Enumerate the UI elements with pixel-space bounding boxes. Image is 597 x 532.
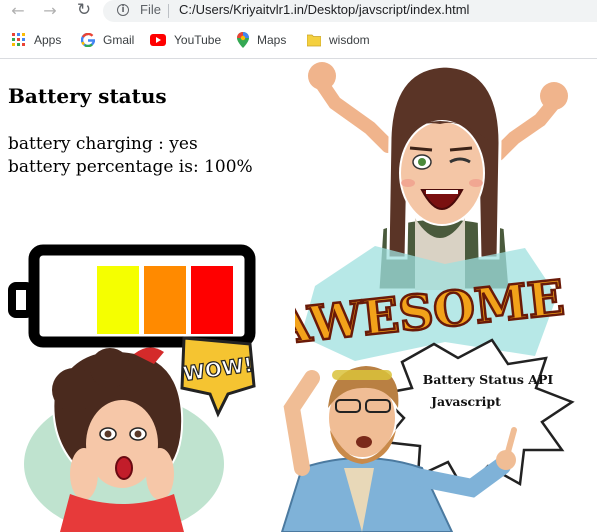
address-bar[interactable]: i File C:/Users/Kriyaitvlr1.in/Desktop/j… xyxy=(103,0,597,22)
surprised-woman-illustration: WOW! xyxy=(24,336,256,532)
bookmark-apps[interactable]: Apps xyxy=(12,32,61,48)
charging-status-text: battery charging : yes xyxy=(8,134,198,154)
battery-graphic xyxy=(8,244,256,348)
browser-toolbar: ← → ↻ i File C:/Users/Kriyaitvlr1.in/Des… xyxy=(0,0,597,22)
scheme-label: File xyxy=(140,2,161,17)
battery-terminal xyxy=(8,282,34,318)
bookmark-label: Gmail xyxy=(103,33,135,47)
bookmark-label: Maps xyxy=(257,33,287,47)
burst-subtitle-text: Javascript xyxy=(430,394,501,409)
bookmark-label: Apps xyxy=(34,33,62,47)
bookmark-maps[interactable]: Maps xyxy=(237,32,286,48)
address-separator xyxy=(168,4,169,18)
folder-icon xyxy=(307,34,321,47)
apps-grid-icon xyxy=(12,33,25,46)
burst-title-text: Battery Status API xyxy=(423,372,554,387)
battery-segment-red xyxy=(191,266,233,334)
bookmark-youtube[interactable]: YouTube xyxy=(150,32,221,48)
youtube-icon xyxy=(150,34,166,46)
bookmarks-bar: Apps Gmail YouTube Maps wisdom xyxy=(0,27,597,53)
battery-segment-yellow xyxy=(97,266,139,334)
forward-arrow-icon[interactable]: → xyxy=(40,0,60,20)
bookmark-label: wisdom xyxy=(329,33,370,47)
maps-icon xyxy=(237,32,249,48)
reload-icon[interactable]: ↻ xyxy=(74,0,94,20)
back-arrow-icon[interactable]: ← xyxy=(8,0,28,20)
bookmark-gmail[interactable]: Gmail xyxy=(81,32,134,48)
pointing-man-illustration: Battery Status API Javascript xyxy=(280,338,575,532)
page-title: Battery status xyxy=(8,84,167,108)
google-icon xyxy=(81,33,95,47)
info-icon[interactable]: i xyxy=(117,4,129,16)
bookmark-wisdom[interactable]: wisdom xyxy=(307,32,370,48)
percentage-status-text: battery percentage is: 100% xyxy=(8,157,253,177)
bookmark-label: YouTube xyxy=(174,33,222,47)
battery-segment-orange xyxy=(144,266,186,334)
url-text[interactable]: C:/Users/Kriyaitvlr1.in/Desktop/javscrip… xyxy=(179,2,469,17)
